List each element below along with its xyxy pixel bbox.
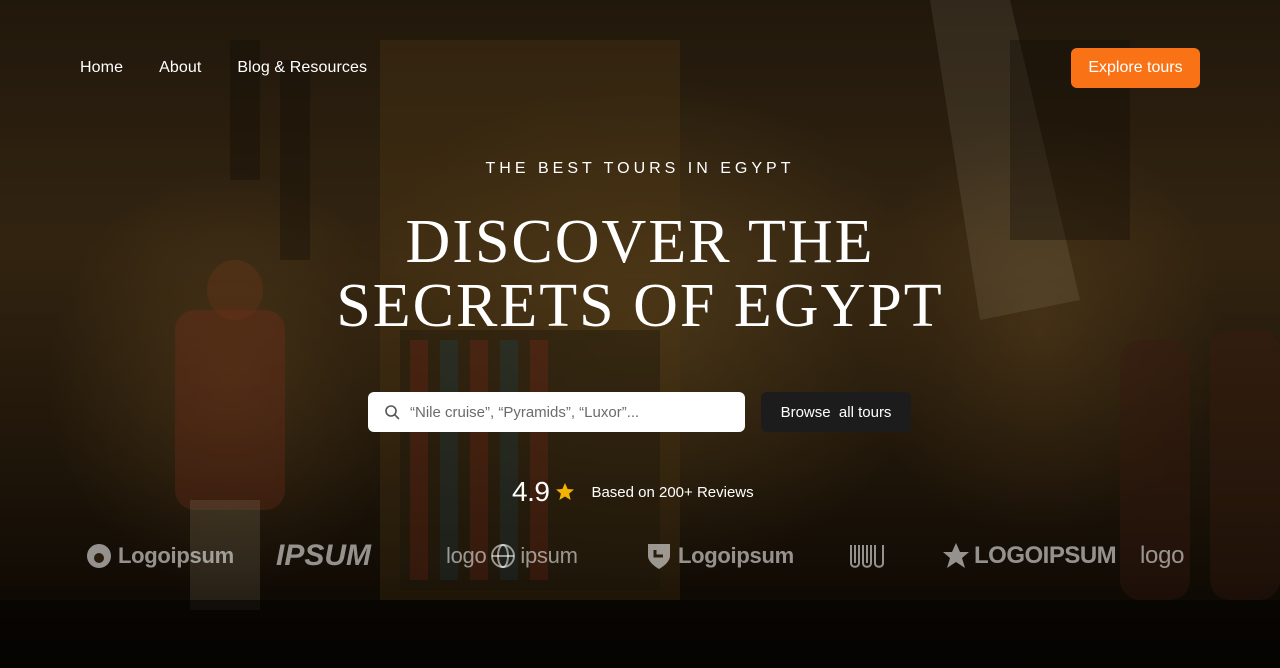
search-box[interactable] <box>368 392 745 432</box>
partner-logo-1: Logoipsum <box>86 534 234 578</box>
top-nav: Home About Blog & Resources Explore tour… <box>80 48 1200 88</box>
explore-tours-button[interactable]: Explore tours <box>1071 48 1200 88</box>
hero-eyebrow: THE BEST TOURS IN EGYPT <box>485 160 795 177</box>
browse-all-tours-button[interactable]: Browse all tours <box>761 392 911 432</box>
logo-text: logo <box>1140 542 1185 569</box>
partner-logo-2: IPSUM <box>276 534 371 578</box>
rating-reviews-text: Based on 200+ Reviews <box>591 483 754 501</box>
circle-logo-icon <box>86 543 112 569</box>
search-bar: Browse all tours <box>368 392 911 432</box>
logo-text: Logoipsum <box>118 543 234 568</box>
partner-logos-strip: Logoipsum IPSUM logo ipsum Logoipsum LOG… <box>0 534 1280 578</box>
lines-logo-icon <box>848 541 884 571</box>
partner-logo-5 <box>848 534 884 578</box>
partner-logo-4: Logoipsum <box>646 534 794 578</box>
shield-logo-icon <box>646 542 672 570</box>
logo-text: logo <box>446 543 487 568</box>
search-input[interactable] <box>408 392 745 432</box>
nav-blog-link[interactable]: Blog & Resources <box>237 59 367 77</box>
hero-headline: DISCOVER THE SECRETS OF EGYPT <box>0 210 1280 338</box>
rating-value: 4.9 <box>512 476 550 507</box>
partner-logo-7: logo <box>1140 534 1184 578</box>
nav-home-link[interactable]: Home <box>80 59 123 77</box>
logo-text: ipsum <box>520 543 578 568</box>
logo-text: IPSUM <box>276 539 372 572</box>
nav-links: Home About Blog & Resources <box>80 59 367 77</box>
headline-line-1: DISCOVER THE <box>405 208 875 276</box>
star-burst-logo-icon <box>942 542 970 570</box>
logo-text: LOGOIPSUM <box>974 542 1117 569</box>
nav-about-link[interactable]: About <box>159 59 201 77</box>
globe-logo-icon <box>490 543 516 569</box>
star-icon <box>555 482 575 502</box>
search-icon <box>384 404 400 420</box>
rating-summary: 4.9 Based on 200+ Reviews <box>512 474 754 510</box>
logo-text: Logoipsum <box>678 543 794 568</box>
partner-logo-6: LOGOIPSUM <box>942 534 1117 578</box>
headline-line-2: SECRETS OF EGYPT <box>336 272 944 340</box>
partner-logo-3: logo ipsum <box>446 534 578 578</box>
